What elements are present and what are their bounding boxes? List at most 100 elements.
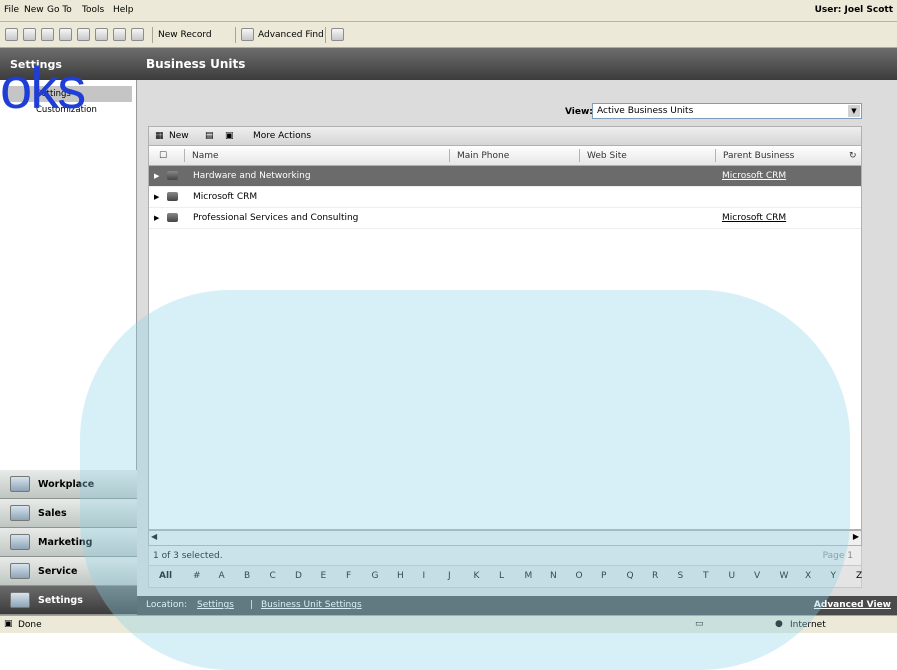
location-crumb-business-unit-settings[interactable]: Business Unit Settings: [261, 600, 362, 610]
left-pane-header: Settings: [0, 48, 137, 80]
alphabet-letter[interactable]: Z: [856, 571, 862, 581]
alphabet-letter[interactable]: All: [159, 571, 172, 581]
table-row[interactable]: ▶ Microsoft CRM: [149, 187, 861, 208]
save-icon[interactable]: [5, 28, 18, 41]
left-item-settings[interactable]: Settings: [6, 86, 132, 102]
alphabet-letter[interactable]: T: [703, 571, 709, 581]
email-icon[interactable]: [59, 28, 72, 41]
advanced-find-button[interactable]: Advanced Find: [258, 30, 324, 40]
back-icon[interactable]: [23, 28, 36, 41]
view-select[interactable]: Active Business Units ▼: [592, 103, 862, 119]
nav-sales[interactable]: Sales: [0, 499, 137, 528]
delete-icon[interactable]: ▣: [225, 131, 234, 141]
main-header: Business Units: [137, 48, 897, 80]
menu-help[interactable]: Help: [113, 5, 134, 15]
column-separator: [449, 149, 450, 162]
alphabet-letter[interactable]: R: [652, 571, 658, 581]
page-icon: ▣: [4, 619, 13, 629]
alphabet-letter[interactable]: P: [601, 571, 606, 581]
expand-icon[interactable]: ▶: [154, 193, 159, 201]
alphabet-letter[interactable]: H: [397, 571, 404, 581]
table-row[interactable]: ▶ Hardware and Networking Microsoft CRM: [149, 166, 861, 187]
grid-header: ☐ Name Main Phone Web Site Parent Busine…: [148, 146, 862, 166]
column-parent-business[interactable]: Parent Business: [723, 151, 794, 161]
alphabet-letter[interactable]: #: [193, 571, 201, 581]
alphabet-letter[interactable]: L: [499, 571, 504, 581]
alphabet-letter[interactable]: M: [525, 571, 533, 581]
alphabet-letter[interactable]: S: [678, 571, 684, 581]
sales-icon: [10, 505, 30, 521]
left-item-customization[interactable]: Customization: [6, 102, 132, 118]
nav-settings[interactable]: Settings: [0, 586, 137, 615]
expand-icon[interactable]: ▶: [154, 214, 159, 222]
location-crumb-settings[interactable]: Settings: [197, 600, 234, 610]
nav-workplace[interactable]: Workplace: [0, 470, 137, 499]
alphabet-letter[interactable]: G: [372, 571, 379, 581]
row-parent-link[interactable]: Microsoft CRM: [722, 213, 786, 223]
menu-new[interactable]: New: [24, 5, 44, 15]
new-record-button[interactable]: New Record: [158, 30, 212, 40]
row-parent-link[interactable]: Microsoft CRM: [722, 171, 786, 181]
alphabet-letter[interactable]: B: [244, 571, 250, 581]
alphabet-letter[interactable]: A: [219, 571, 225, 581]
nav-label: Marketing: [38, 537, 93, 548]
scroll-left-icon[interactable]: ◀: [151, 532, 157, 541]
column-main-phone[interactable]: Main Phone: [457, 151, 509, 161]
alphabet-letter[interactable]: N: [550, 571, 557, 581]
alphabet-letter[interactable]: J: [448, 571, 451, 581]
alphabet-letter[interactable]: Y: [831, 571, 837, 581]
zone-icon: ▭: [695, 619, 704, 629]
nav-marketing[interactable]: Marketing: [0, 528, 137, 557]
business-unit-icon: [167, 171, 178, 180]
advanced-find-icon[interactable]: [241, 28, 254, 41]
scroll-right-icon[interactable]: ▶: [853, 532, 859, 541]
alphabet-letter[interactable]: I: [423, 571, 426, 581]
row-name[interactable]: Hardware and Networking: [193, 171, 311, 181]
location-label: Location:: [146, 600, 188, 610]
assign-icon[interactable]: ▤: [205, 131, 214, 141]
more-actions-button[interactable]: More Actions: [253, 131, 311, 141]
select-all-checkbox[interactable]: ☐: [159, 151, 167, 161]
alphabet-letter[interactable]: C: [270, 571, 276, 581]
column-name[interactable]: Name: [192, 151, 219, 161]
alphabet-letter[interactable]: O: [576, 571, 583, 581]
task-icon[interactable]: [113, 28, 126, 41]
row-name[interactable]: Professional Services and Consulting: [193, 213, 358, 223]
advanced-view-link[interactable]: Advanced View: [814, 600, 891, 610]
alphabet-letter[interactable]: Q: [627, 571, 634, 581]
menu-tools[interactable]: Tools: [82, 5, 104, 15]
toolbar-separator: [325, 27, 326, 43]
expand-icon[interactable]: ▶: [154, 172, 159, 180]
left-pane: Settings Customization: [0, 80, 137, 470]
column-separator: [715, 149, 716, 162]
alphabet-letter[interactable]: U: [729, 571, 736, 581]
grid-new-button[interactable]: New: [169, 131, 189, 141]
alphabet-letter[interactable]: K: [474, 571, 480, 581]
alphabet-letter[interactable]: E: [321, 571, 327, 581]
alphabet-letter[interactable]: D: [295, 571, 302, 581]
zone-label: Internet: [790, 620, 826, 630]
table-row[interactable]: ▶ Professional Services and Consulting M…: [149, 208, 861, 229]
alphabet-letter[interactable]: V: [754, 571, 760, 581]
nav-buttons: Workplace Sales Marketing Service Settin…: [0, 470, 137, 615]
nav-service[interactable]: Service: [0, 557, 137, 586]
alphabet-letter[interactable]: F: [346, 571, 351, 581]
chevron-down-icon[interactable]: ▼: [848, 105, 860, 117]
horizontal-scrollbar[interactable]: ◀ ▶: [148, 530, 862, 546]
alphabet-letter[interactable]: X: [805, 571, 811, 581]
menu-goto[interactable]: Go To: [47, 5, 72, 15]
nav-label: Sales: [38, 508, 67, 519]
forward-icon[interactable]: [41, 28, 54, 41]
menu-file[interactable]: File: [4, 5, 19, 15]
calendar-icon[interactable]: [95, 28, 108, 41]
note-icon[interactable]: [131, 28, 144, 41]
refresh-icon[interactable]: ↻: [849, 151, 857, 161]
toolbar-separator: [152, 27, 153, 43]
status-bar: ▣ Done ▭ ● Internet: [0, 615, 897, 633]
help-icon[interactable]: [331, 28, 344, 41]
menu-bar: File New Go To Tools Help User: Joel Sco…: [0, 0, 897, 22]
alphabet-letter[interactable]: W: [780, 571, 789, 581]
column-web-site[interactable]: Web Site: [587, 151, 627, 161]
row-name[interactable]: Microsoft CRM: [193, 192, 257, 202]
document-icon[interactable]: [77, 28, 90, 41]
